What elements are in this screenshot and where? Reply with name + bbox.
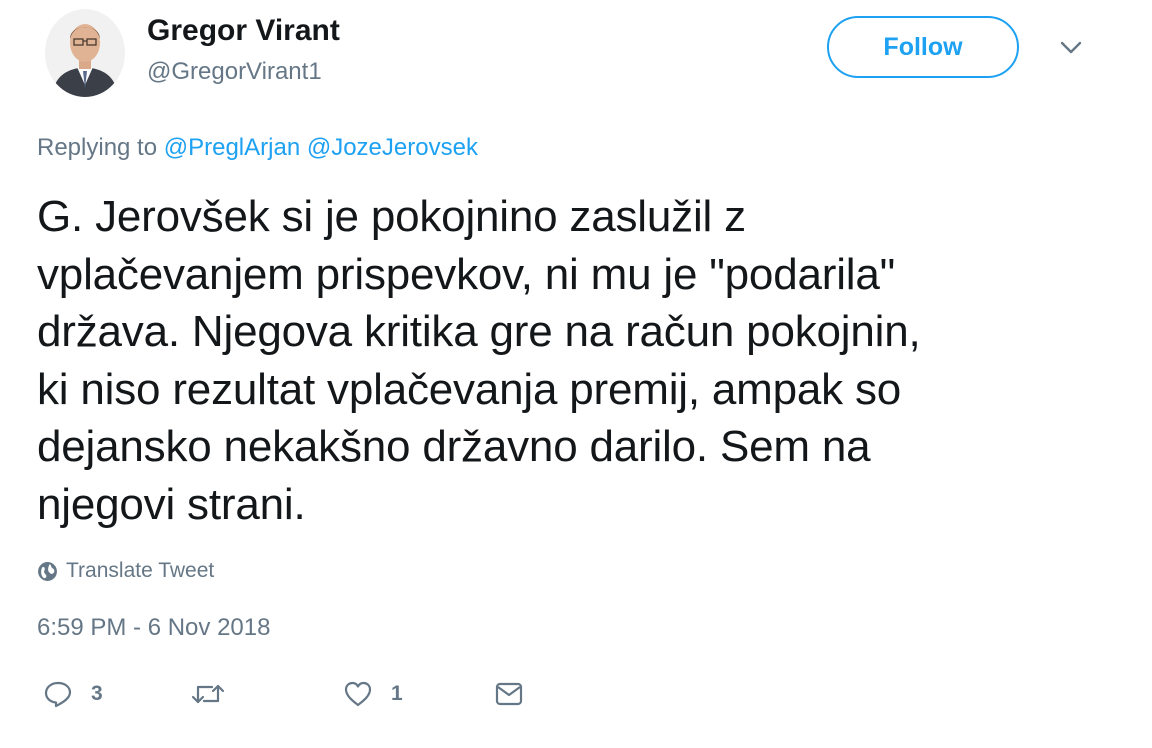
translate-tweet-label: Translate Tweet — [66, 559, 215, 582]
mention-link[interactable]: @PreglArjan — [164, 134, 300, 161]
chevron-down-icon — [1060, 41, 1082, 54]
tweet-text-line: njegovi strani. — [37, 479, 306, 529]
tweet-text-line: vplačevanjem prispevkov, ni mu je "podar… — [37, 249, 896, 299]
follow-button[interactable]: Follow — [827, 16, 1019, 78]
profile-photo — [45, 9, 125, 97]
reply-icon — [44, 681, 72, 708]
replying-to-label: Replying to — [37, 134, 164, 161]
like-button[interactable]: 1 — [343, 676, 403, 712]
retweet-icon — [191, 684, 225, 704]
author-name[interactable]: Gregor Virant — [147, 14, 340, 48]
more-options-button[interactable] — [1056, 36, 1086, 60]
author-handle[interactable]: @GregorVirant1 — [147, 58, 322, 86]
tweet-text-line: ki niso rezultat vplačevanja premij, amp… — [37, 364, 902, 414]
heart-icon — [344, 681, 372, 707]
reply-count: 3 — [91, 682, 103, 705]
avatar[interactable] — [45, 9, 125, 97]
tweet-timestamp[interactable]: 6:59 PM - 6 Nov 2018 — [37, 614, 270, 642]
retweet-button[interactable] — [190, 676, 244, 712]
direct-message-button[interactable] — [494, 676, 524, 712]
globe-icon — [38, 561, 57, 581]
tweet-text-line: G. Jerovšek si je pokojnino zaslužil z — [37, 192, 746, 241]
tweet-text-line: dejansko nekakšno državno darilo. Sem na — [37, 422, 871, 471]
tweet-text-line: država. Njegova kritika gre na račun pok… — [37, 307, 921, 356]
translate-tweet-button[interactable]: Translate Tweet — [37, 558, 214, 584]
envelope-icon — [495, 682, 523, 706]
like-count: 1 — [391, 682, 403, 705]
tweet-text: G. Jerovšek si je pokojnino zaslužil z v… — [37, 188, 1127, 533]
reply-button[interactable]: 3 — [43, 676, 103, 712]
mention-link[interactable]: @JozeJerovsek — [307, 134, 478, 161]
replying-to: Replying to @PreglArjan @JozeJerovsek — [37, 134, 478, 162]
